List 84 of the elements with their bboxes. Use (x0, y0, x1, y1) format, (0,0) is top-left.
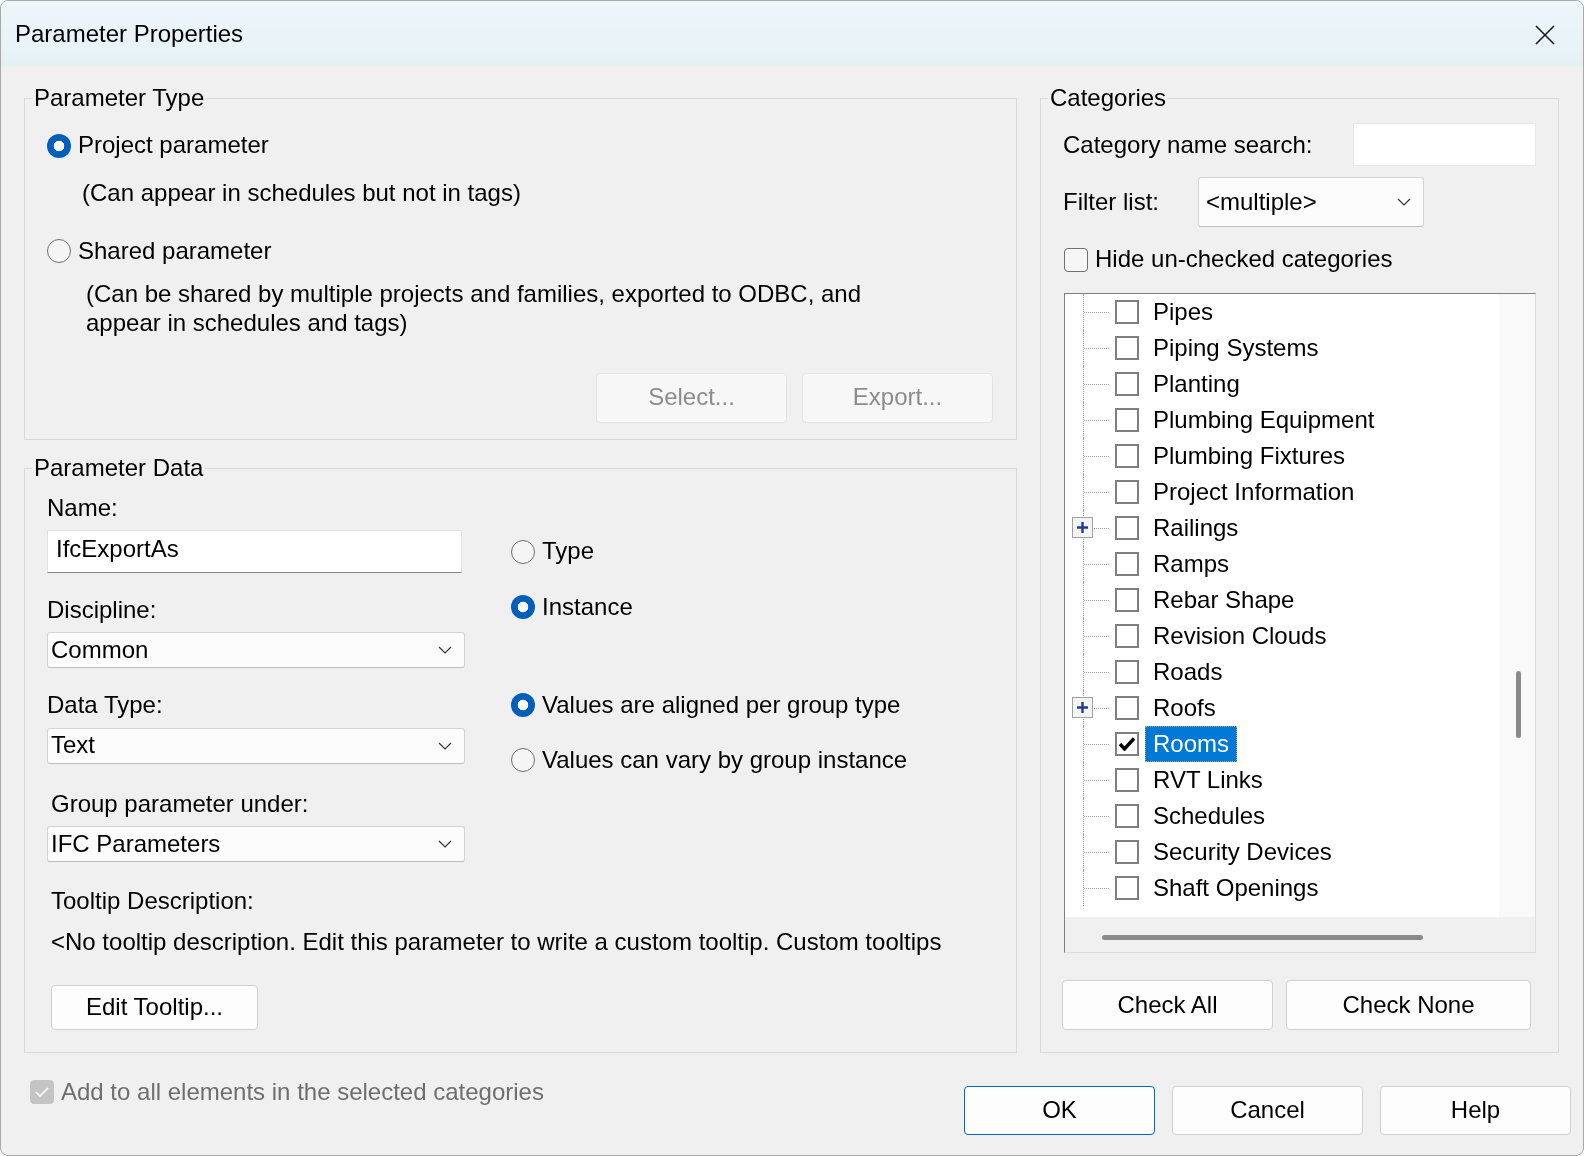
plus-box-icon[interactable] (1072, 516, 1093, 538)
data-type-dropdown[interactable]: Text (47, 727, 465, 764)
field-label: Category name search: (1063, 131, 1313, 159)
checkbox[interactable] (1115, 515, 1139, 540)
field-label: Data Type: (47, 692, 163, 719)
filter-dropdown[interactable]: <multiple> (1198, 177, 1424, 228)
checkbox[interactable] (1064, 247, 1088, 272)
checkbox[interactable] (1115, 623, 1139, 648)
radio-label[interactable]: Type (542, 538, 595, 565)
option-description: (Can appear in schedules but not in tags) (82, 178, 521, 206)
category-label[interactable]: Project Information (1145, 473, 1363, 510)
field-label: Filter list: (1063, 189, 1159, 216)
field-label: Name: (47, 495, 118, 522)
category-label[interactable]: RVT Links (1145, 761, 1271, 798)
category-label[interactable]: Roads (1145, 653, 1231, 690)
checkbox[interactable] (1115, 443, 1139, 468)
checkbox[interactable] (1115, 335, 1139, 360)
field-label: Group parameter under: (51, 790, 309, 817)
radio-label[interactable]: Values are aligned per group type (542, 692, 901, 719)
radio-button[interactable] (511, 594, 535, 619)
dialog-button[interactable]: Cancel (1172, 1086, 1363, 1135)
dialog-button[interactable]: Check All (1062, 979, 1273, 1030)
window-title: Parameter Properties (15, 21, 244, 48)
checkbox-label[interactable]: Hide un-checked categories (1095, 246, 1393, 273)
name-field[interactable]: IfcExportAs (47, 529, 462, 573)
checkbox[interactable] (1115, 479, 1139, 504)
group-title: Categories (1049, 85, 1168, 112)
radio-label[interactable]: Project parameter (78, 132, 269, 159)
group-title: Parameter Type (33, 85, 206, 112)
radio-button[interactable] (47, 133, 71, 158)
option-description: (Can be shared by multiple projects and families, exported to ODBC, and appear in schedules and tags) (86, 279, 862, 336)
check-icon (1119, 736, 1135, 751)
radio-label[interactable]: Shared parameter (78, 238, 272, 265)
category-label[interactable]: Plumbing Equipment (1145, 401, 1383, 438)
radio-button[interactable] (511, 539, 535, 564)
category-label[interactable]: Shaft Openings (1145, 869, 1327, 906)
dialog-button[interactable]: OK (964, 1086, 1155, 1135)
category-label[interactable]: Planting (1145, 365, 1248, 402)
checkbox[interactable] (1115, 407, 1139, 432)
chevron-down-icon (438, 741, 452, 750)
vertical-scrollbar[interactable] (1516, 670, 1521, 738)
tooltip-description: <No tooltip description. Edit this parameter to write a custom tooltip. Custom tooltips (51, 929, 942, 956)
category-label[interactable]: Ramps (1145, 545, 1238, 582)
category-label[interactable]: Rooms (1145, 725, 1238, 762)
checkbox[interactable] (1115, 695, 1139, 720)
category-label[interactable]: Railings (1145, 509, 1247, 546)
group-dropdown[interactable]: IFC Parameters (47, 825, 465, 862)
chevron-down-icon (438, 646, 452, 655)
category-label[interactable]: Plumbing Fixtures (1145, 437, 1354, 474)
radio-label[interactable]: Values can vary by group instance (542, 746, 908, 773)
category-label[interactable]: Security Devices (1145, 833, 1340, 870)
radio-label[interactable]: Instance (542, 593, 633, 621)
chevron-down-icon (438, 839, 452, 848)
category-label[interactable]: Pipes (1145, 293, 1222, 330)
dialog-button[interactable]: Help (1380, 1086, 1571, 1135)
check-icon (35, 1087, 49, 1098)
checkbox[interactable] (1115, 299, 1139, 324)
category-label[interactable]: Roofs (1145, 689, 1224, 726)
horizontal-scrollbar[interactable] (1102, 934, 1423, 940)
category-label[interactable]: Schedules (1145, 797, 1274, 834)
checkbox[interactable] (1115, 551, 1139, 576)
radio-button[interactable] (47, 239, 71, 264)
checkbox[interactable] (1115, 731, 1139, 756)
checkbox[interactable] (1115, 371, 1139, 396)
category-label[interactable]: Piping Systems (1145, 329, 1327, 366)
checkbox[interactable] (1115, 803, 1139, 828)
close-icon[interactable] (1535, 24, 1555, 45)
chevron-down-icon (1397, 198, 1411, 207)
discipline-dropdown[interactable]: Common (47, 632, 465, 669)
category-label[interactable]: Rebar Shape (1145, 581, 1303, 618)
category-label[interactable]: Revision Clouds (1145, 617, 1335, 654)
group-title: Parameter Data (33, 455, 205, 482)
checkbox[interactable] (1115, 839, 1139, 864)
checkbox[interactable] (1115, 587, 1139, 612)
checkbox[interactable] (1115, 875, 1139, 900)
radio-button[interactable] (511, 747, 535, 772)
checkbox[interactable] (1115, 767, 1139, 792)
plus-box-icon[interactable] (1072, 696, 1093, 718)
edit-tooltip-button[interactable]: Edit Tooltip... (51, 984, 258, 1030)
checkbox[interactable] (1115, 659, 1139, 684)
radio-button[interactable] (511, 693, 535, 718)
field-label: Discipline: (47, 596, 157, 624)
dialog-button[interactable]: Check None (1286, 979, 1531, 1030)
field-label: Tooltip Description: (51, 887, 254, 915)
